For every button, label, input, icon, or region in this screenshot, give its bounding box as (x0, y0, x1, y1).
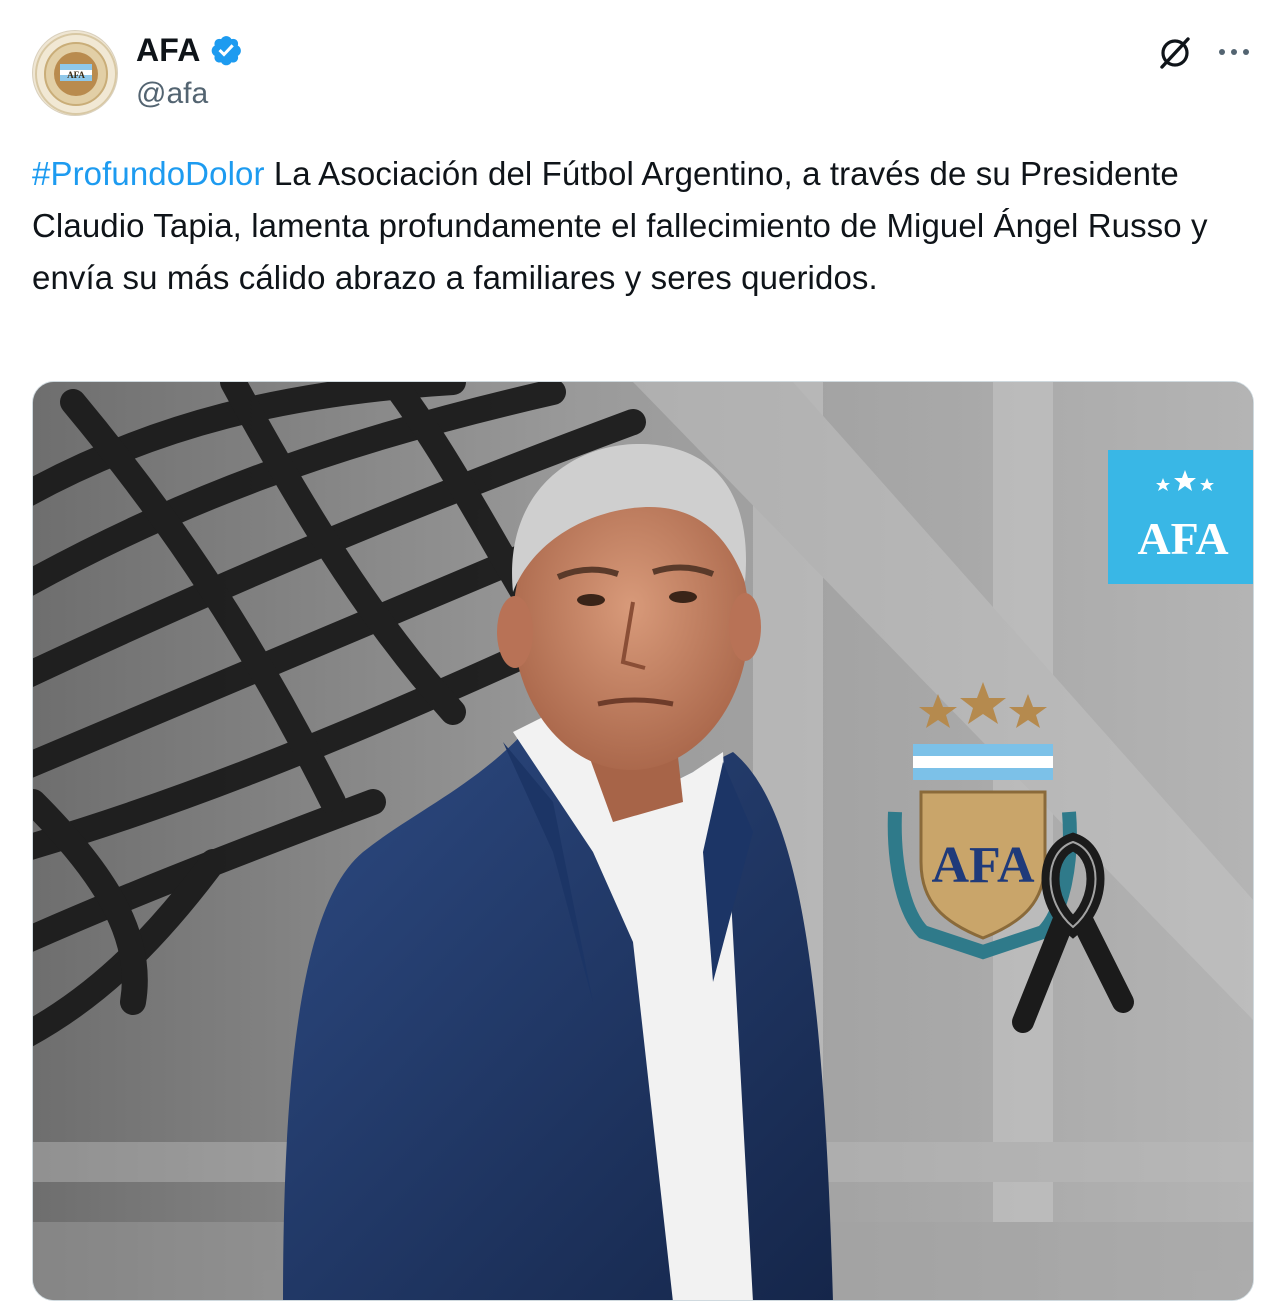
afa-crest-avatar-icon: AFA (35, 33, 117, 115)
display-name[interactable]: AFA (136, 32, 201, 69)
svg-text:AFA: AFA (67, 70, 85, 80)
mourning-photo: AFA AFA (33, 382, 1253, 1300)
grok-icon[interactable] (1156, 34, 1194, 72)
account-handle[interactable]: @afa (136, 77, 208, 111)
afa-badge-text: AFA (1137, 513, 1228, 564)
tweet-text: #ProfundoDolor La Asociación del Fútbol … (32, 148, 1252, 304)
tweet-header: AFA AFA @afa (0, 0, 1280, 130)
tweet-media[interactable]: AFA AFA (32, 381, 1254, 1301)
afa-crest-text: AFA (931, 837, 1034, 894)
hashtag-link[interactable]: #ProfundoDolor (32, 155, 265, 192)
more-icon[interactable] (1216, 40, 1252, 64)
avatar[interactable]: AFA (32, 30, 118, 116)
verified-badge-icon (211, 36, 241, 66)
name-row: AFA (136, 30, 243, 70)
